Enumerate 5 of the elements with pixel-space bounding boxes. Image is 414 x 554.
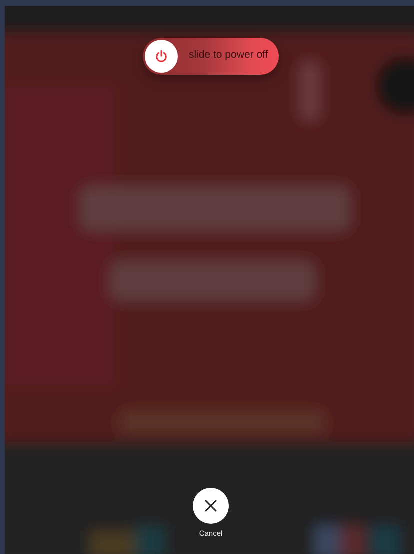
slider-thumb[interactable] (145, 40, 178, 73)
power-off-slider[interactable]: slide to power off (143, 38, 279, 75)
slider-label: slide to power off (189, 49, 268, 61)
close-icon (205, 500, 217, 512)
power-icon (155, 50, 168, 63)
